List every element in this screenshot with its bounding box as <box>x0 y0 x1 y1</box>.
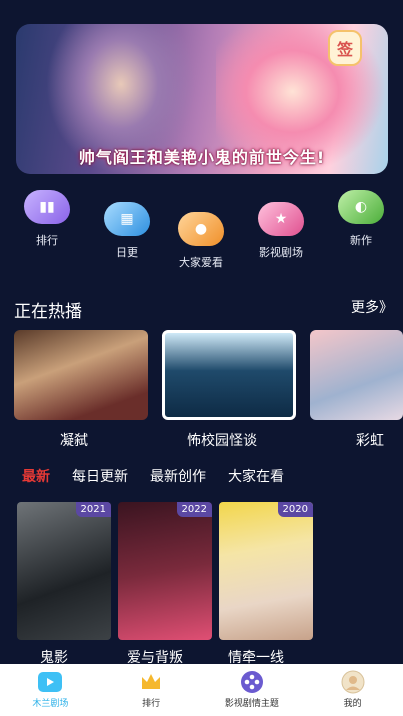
filter-tabs: 最新 每日更新 最新创作 大家在看 <box>22 466 284 486</box>
avatar-icon <box>340 670 366 694</box>
year-badge: 2021 <box>75 502 111 517</box>
nav-item-home[interactable]: 木兰剧场 <box>0 664 101 716</box>
year-badge: 2022 <box>176 502 212 517</box>
film-reel-icon <box>239 671 265 693</box>
hot-card-0[interactable] <box>14 330 148 420</box>
hero-banner[interactable]: 签 帅气阎王和美艳小鬼的前世今生! <box>16 24 388 174</box>
nav-label: 排行 <box>142 699 161 709</box>
ranking-icon: ▮▮ <box>24 190 70 224</box>
poster-card-2[interactable]: 2020 <box>219 502 313 640</box>
hot-title-1[interactable]: 怖校园怪谈 <box>155 430 289 450</box>
tab-everyone-watching[interactable]: 大家在看 <box>228 466 284 486</box>
year-badge: 2020 <box>277 502 313 517</box>
chat-bubble-icon: ● <box>178 212 224 246</box>
category-ranking[interactable]: ▮▮ 排行 <box>12 190 82 248</box>
hot-title-0[interactable]: 凝弑 <box>7 430 141 450</box>
star-icon: ★ <box>258 202 304 236</box>
section-title-now-playing: 正在热播 <box>14 302 82 322</box>
nav-item-ranking[interactable]: 排行 <box>101 664 202 716</box>
category-label: 排行 <box>36 234 58 247</box>
hot-title-2[interactable]: 彩虹 <box>303 430 403 450</box>
category-label: 大家爱看 <box>179 256 223 269</box>
tab-latest[interactable]: 最新 <box>22 466 50 486</box>
nav-label: 影视剧情主题 <box>224 699 279 709</box>
category-theater[interactable]: ★ 影视剧场 <box>246 202 316 260</box>
category-label: 新作 <box>350 234 372 247</box>
banner-caption: 帅气阎王和美艳小鬼的前世今生! <box>78 148 326 167</box>
poster-card-1[interactable]: 2022 <box>118 502 212 640</box>
more-link[interactable]: 更多》 <box>351 297 393 317</box>
category-popular[interactable]: ● 大家爱看 <box>166 212 236 270</box>
crown-icon <box>138 671 164 693</box>
calendar-icon: ▦ <box>104 202 150 236</box>
hot-card-1[interactable] <box>162 330 296 420</box>
nav-label: 我的 <box>343 699 362 709</box>
category-label: 影视剧场 <box>259 246 303 259</box>
new-badge-icon: ◐ <box>338 190 384 224</box>
category-new[interactable]: ◐ 新作 <box>326 190 396 248</box>
hot-card-2[interactable] <box>310 330 403 420</box>
home-tv-icon <box>37 671 63 693</box>
nav-item-themes[interactable]: 影视剧情主题 <box>202 664 303 716</box>
category-daily[interactable]: ▦ 日更 <box>92 202 162 260</box>
bottom-nav: 木兰剧场 排行 影视剧情主题 我的 <box>0 664 403 716</box>
nav-label: 木兰剧场 <box>32 699 69 709</box>
sign-in-badge[interactable]: 签 <box>328 30 362 66</box>
tab-daily-update[interactable]: 每日更新 <box>72 466 128 486</box>
poster-card-0[interactable]: 2021 <box>17 502 111 640</box>
category-label: 日更 <box>116 246 138 259</box>
nav-item-profile[interactable]: 我的 <box>302 664 403 716</box>
tab-new-creation[interactable]: 最新创作 <box>150 466 206 486</box>
